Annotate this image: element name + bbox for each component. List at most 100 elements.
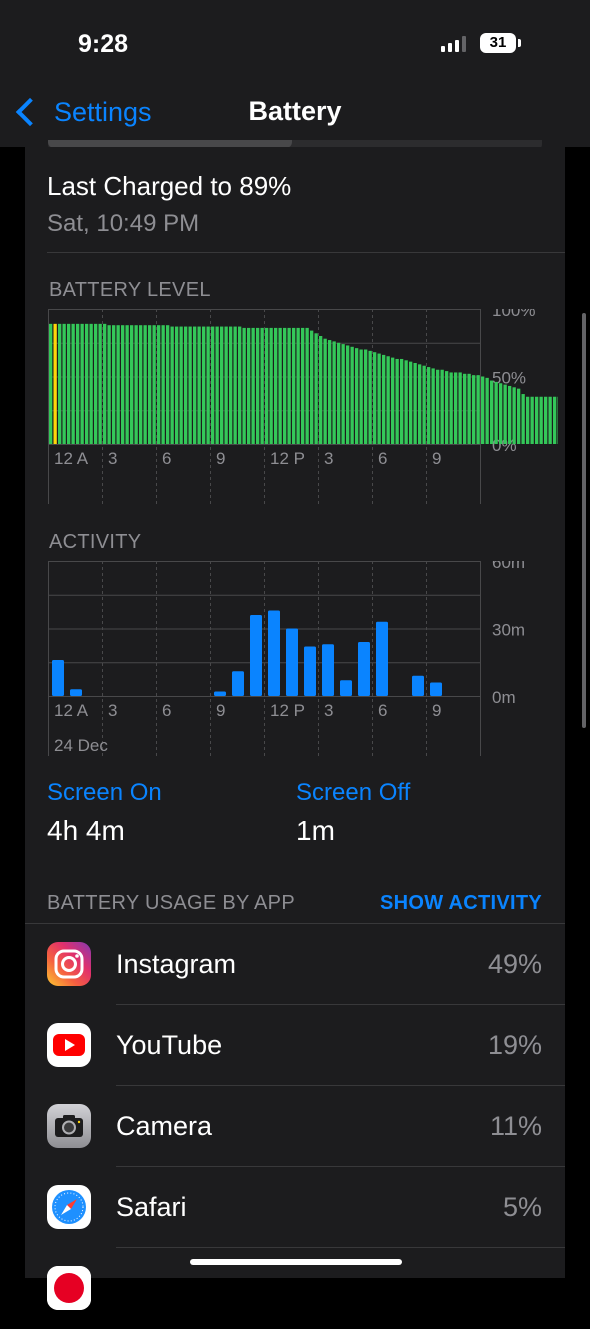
battery-bar	[427, 367, 431, 444]
battery-bar	[346, 345, 350, 444]
x-tick-label: 3	[324, 449, 333, 468]
battery-bar	[440, 369, 444, 444]
battery-bar	[188, 326, 192, 444]
battery-bar	[458, 372, 462, 444]
battery-bar	[157, 325, 161, 444]
battery-bar	[517, 388, 521, 444]
app-percent: 11%	[489, 1111, 542, 1141]
x-tick-label: 12 A	[54, 449, 89, 468]
activity-bar	[214, 691, 226, 696]
activity-bar	[304, 646, 316, 696]
app-row-youtube[interactable]: YouTube 19%	[25, 1005, 565, 1086]
battery-bar	[152, 325, 156, 444]
battery-bar	[337, 342, 341, 444]
battery-bar	[206, 326, 210, 444]
activity-bar	[412, 675, 424, 696]
battery-bar	[490, 380, 494, 444]
divider	[47, 252, 565, 253]
screen-on-value: 4h 4m	[47, 815, 125, 846]
activity-bar	[376, 621, 388, 696]
battery-bar	[328, 340, 332, 444]
status-bar: 9:28 31	[0, 0, 590, 80]
scroll-indicator[interactable]	[582, 313, 586, 728]
battery-bar	[193, 326, 197, 444]
battery-bar	[314, 333, 318, 444]
screen-on-label: Screen On	[47, 779, 162, 806]
battery-bar	[463, 373, 467, 444]
battery-bar	[125, 325, 129, 444]
battery-bar	[202, 326, 206, 444]
battery-bar	[283, 327, 287, 444]
battery-bar	[476, 375, 480, 444]
battery-bar	[76, 323, 80, 444]
battery-bar	[386, 356, 390, 444]
battery-bar	[148, 325, 152, 444]
youtube-icon	[47, 1023, 91, 1067]
battery-bar	[355, 348, 359, 444]
app-percent: 49%	[487, 949, 542, 979]
instagram-icon	[47, 942, 91, 986]
x-tick-label: 9	[216, 449, 225, 468]
battery-bar	[62, 323, 66, 444]
app-name: Camera	[116, 1111, 213, 1141]
battery-bar	[449, 372, 453, 444]
x-tick-label: 6	[162, 701, 171, 720]
battery-level-chart: 100% 50% 0% 12 A 3 6 9 12 P369	[48, 309, 558, 509]
battery-bar	[499, 383, 503, 444]
battery-bar	[121, 325, 125, 444]
battery-bar	[242, 327, 246, 444]
x-tick-label: 3	[108, 449, 117, 468]
battery-bar	[544, 396, 548, 444]
app-row-camera[interactable]: Camera 11%	[25, 1086, 565, 1167]
y-tick-label: 100%	[492, 309, 535, 320]
battery-bar	[292, 327, 296, 444]
battery-bar	[233, 326, 237, 444]
battery-card: Last Charged to 89% Sat, 10:49 PM BATTER…	[25, 147, 565, 1310]
battery-bar	[175, 326, 179, 444]
app-percent: 19%	[487, 1030, 542, 1060]
battery-bar	[161, 325, 165, 444]
battery-bar	[265, 327, 269, 444]
screen-off-value: 1m	[296, 815, 335, 846]
battery-bar	[229, 326, 233, 444]
battery-bar	[287, 327, 291, 444]
battery-bar	[481, 376, 485, 444]
activity-bar	[52, 660, 64, 696]
page-title: Battery	[248, 96, 342, 126]
battery-level-label: BATTERY LEVEL	[49, 279, 211, 301]
x-tick-label: 3	[108, 701, 117, 720]
activity-svg: 60m 30m 0m 12 A 3 6 9 12 P 3 6 9 24 Dec	[48, 561, 525, 756]
app-row-instagram[interactable]: Instagram 49%	[25, 924, 565, 1005]
activity-label: ACTIVITY	[49, 531, 142, 553]
y-tick-label: 60m	[492, 561, 525, 572]
battery-bar	[278, 327, 282, 444]
battery-bar	[134, 325, 138, 444]
battery-bar	[103, 323, 107, 444]
y-tick-label: 0m	[492, 688, 516, 707]
battery-bar	[553, 396, 557, 444]
show-activity-button[interactable]: SHOW ACTIVITY	[380, 892, 542, 915]
battery-bar	[67, 323, 71, 444]
activity-bar	[250, 615, 262, 696]
activity-bar	[232, 671, 244, 696]
battery-bar	[305, 327, 309, 444]
camera-icon	[47, 1104, 91, 1148]
app-name: Instagram	[116, 949, 237, 979]
activity-bar	[358, 642, 370, 696]
battery-bar	[49, 323, 53, 444]
battery-bar	[535, 396, 539, 444]
battery-bar	[215, 326, 219, 444]
nav-bar: Settings Battery	[0, 80, 590, 147]
battery-bar	[557, 396, 558, 444]
usage-header: BATTERY USAGE BY APP	[47, 892, 295, 914]
x-tick-label: 9	[432, 449, 441, 468]
battery-bar	[112, 325, 116, 444]
activity-bar	[268, 610, 280, 696]
app-row-safari[interactable]: Safari 5%	[25, 1167, 565, 1248]
battery-bar	[395, 358, 399, 444]
battery-bar	[472, 375, 476, 444]
battery-bar	[413, 363, 417, 444]
battery-bar	[391, 357, 395, 444]
battery-bar	[368, 350, 372, 444]
home-indicator[interactable]	[190, 1259, 402, 1265]
